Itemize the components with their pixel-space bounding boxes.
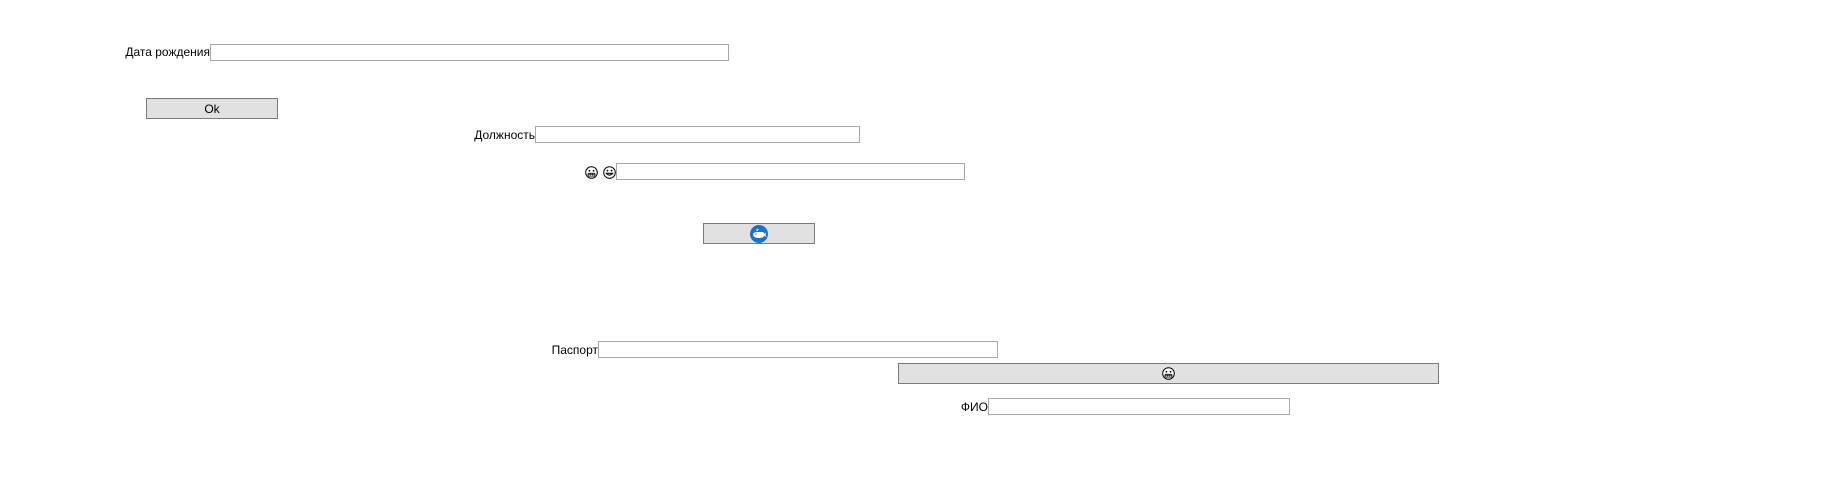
ok-button[interactable]: Ok xyxy=(146,98,278,119)
full-name-label: ФИО xyxy=(960,400,988,414)
grimacing-face-icon xyxy=(1162,367,1175,380)
whale-button[interactable] xyxy=(703,223,815,244)
passport-label: Паспорт xyxy=(551,343,598,357)
whale-icon xyxy=(749,224,769,244)
emoji-label xyxy=(585,162,616,182)
birth-date-label: Дата рождения xyxy=(125,45,210,59)
grimacing-face-icon xyxy=(585,165,598,179)
position-label: Должность xyxy=(474,128,535,142)
passport-input[interactable] xyxy=(598,341,998,358)
grimace-button[interactable] xyxy=(898,363,1439,384)
full-name-input[interactable] xyxy=(988,398,1290,415)
position-input[interactable] xyxy=(535,126,860,143)
birth-date-input[interactable] xyxy=(210,44,729,61)
grinning-face-icon xyxy=(603,165,616,179)
emoji-input[interactable] xyxy=(616,163,965,180)
